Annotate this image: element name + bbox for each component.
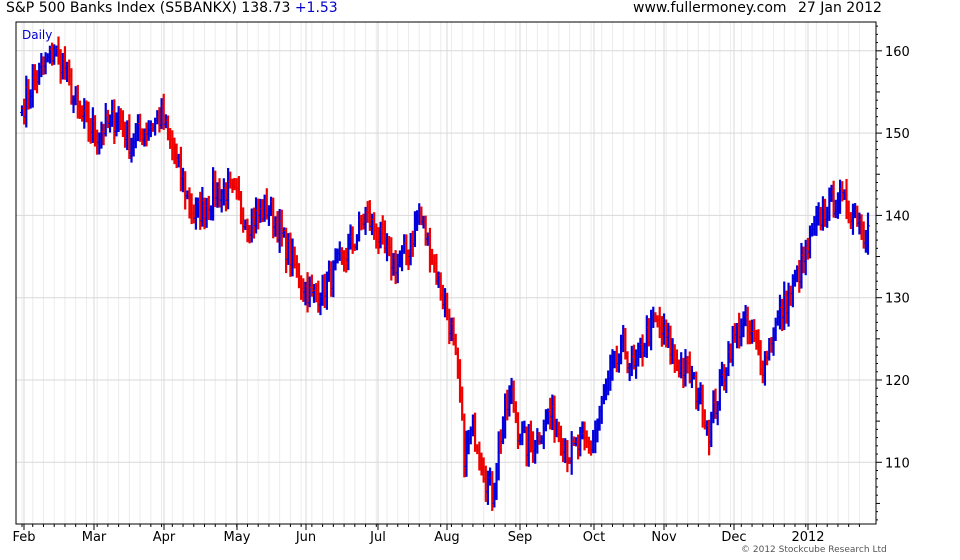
x-tick-label: Aug [434, 530, 459, 545]
period-label: Daily [22, 28, 52, 42]
y-tick-label: 150 [885, 127, 910, 142]
y-tick-label: 160 [885, 45, 910, 60]
x-tick-label: Jul [369, 530, 386, 545]
y-tick-label: 120 [885, 374, 910, 389]
x-tick-label: 2012 [791, 530, 824, 545]
x-tick-label: Sep [508, 530, 533, 545]
x-tick-label: Jun [295, 530, 316, 545]
copyright-notice: © 2012 Stockcube Research Ltd [741, 545, 887, 555]
x-tick-label: May [224, 530, 251, 545]
x-tick-label: Oct [583, 530, 605, 545]
chart-axes: 110 120 130 140 150 160 Feb Mar Apr May Jun Jul Aug S… [12, 21, 910, 545]
price-chart: 110 120 130 140 150 160 Feb Mar Apr May Jun Jul Aug S… [12, 21, 910, 545]
x-tick-label: Nov [651, 530, 677, 545]
x-tick-label: Feb [12, 530, 35, 545]
x-tick-label: Dec [721, 530, 746, 545]
price-bars [20, 36, 870, 511]
plot-frame [15, 21, 877, 525]
y-tick-label: 140 [885, 209, 910, 224]
grid-lines [16, 22, 876, 524]
y-tick-label: 110 [885, 456, 910, 471]
y-tick-label: 130 [885, 292, 910, 307]
x-tick-label: Mar [82, 530, 107, 545]
x-tick-label: Apr [153, 530, 176, 545]
